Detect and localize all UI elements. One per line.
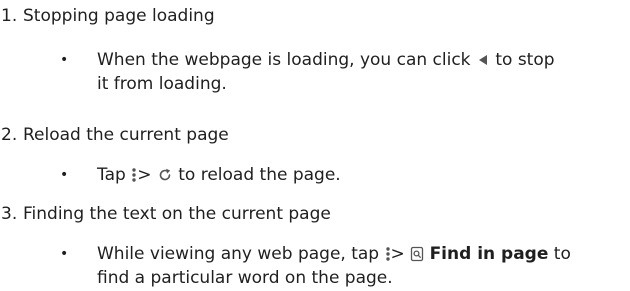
reload-icon [157,167,173,183]
detail-text-pre: When the webpage is loading, you can cli… [97,50,471,70]
bullet: • [60,167,69,183]
detail-text-continued: it from loading. [97,74,227,94]
detail-text-pre: Tap [97,165,126,185]
step-title: Reload the current page [23,125,229,145]
step-detail-text: Tap > to reload the page. [97,163,627,187]
step-number: 3. [1,204,18,224]
menu-separator: > [137,165,152,185]
step-title: Stopping page loading [23,6,215,26]
detail-text-continued: find a particular word on the page. [97,268,393,288]
step-detail-text: When the webpage is loading, you can cli… [97,48,627,96]
menu-separator: > [390,244,405,264]
stop-loading-icon [476,53,490,67]
step-number: 2. [1,125,18,145]
step-number: 1. [1,6,18,26]
step-detail-text: While viewing any web page, tap > Find i… [97,242,627,290]
instruction-document: 1. Stopping page loading • When the webp… [0,0,630,291]
find-in-page-label: Find in page [429,244,549,264]
detail-text-post: to stop [495,50,555,70]
detail-text-pre: While viewing any web page, tap [97,244,380,264]
bullet: • [60,246,69,262]
find-in-page-icon [410,246,424,262]
bullet: • [60,52,69,68]
detail-text-post: to [553,244,571,264]
step-title: Finding the text on the current page [23,204,331,224]
detail-text-post: to reload the page. [178,165,341,185]
